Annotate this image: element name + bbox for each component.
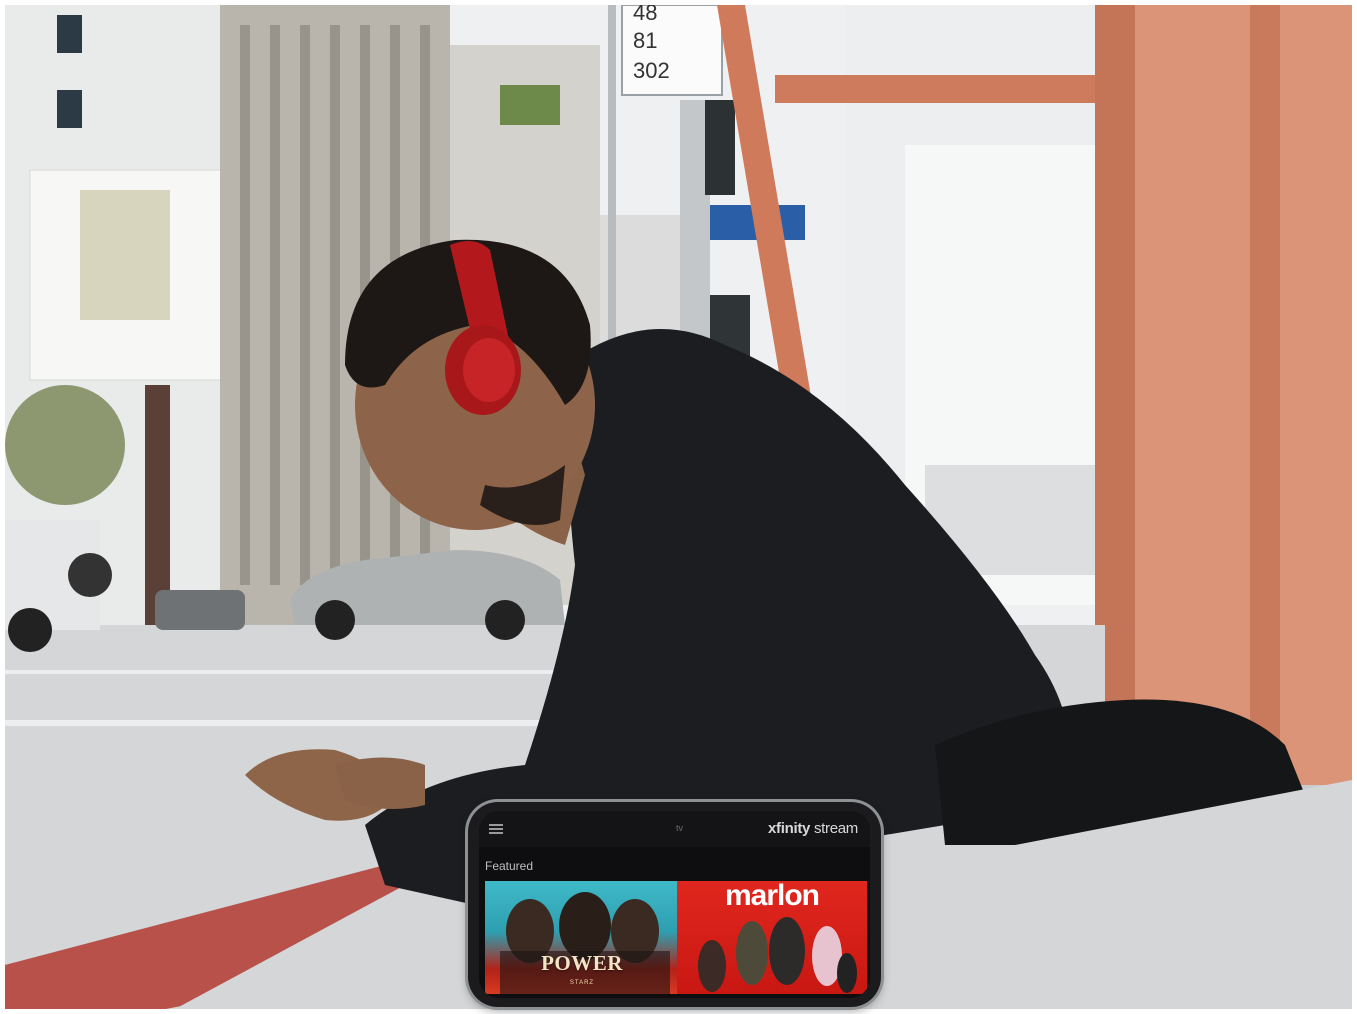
featured-tile-power[interactable]: POWER STARZ — [485, 881, 679, 994]
featured-tile-marlon[interactable]: marlon — [677, 881, 867, 994]
hamburger-menu-icon[interactable] — [489, 824, 503, 834]
xfinity-stream-logo: xfinity stream — [768, 820, 858, 837]
power-poster-art — [500, 892, 670, 994]
power-network: STARZ — [569, 980, 595, 986]
marlon-title: marlon — [724, 881, 820, 912]
app-bar: tv xfinity stream — [479, 811, 870, 847]
scene: 48 81 302 tv xfinity stream Featured POW… — [0, 0, 1357, 1014]
phone-screen: tv xfinity stream Featured POWER STARZ m… — [479, 811, 870, 998]
brand-light: stream — [813, 820, 858, 837]
featured-section-title: Featured — [485, 859, 534, 873]
tv-nav-label[interactable]: tv — [676, 823, 683, 833]
brand-bold: xfinity — [768, 820, 811, 837]
power-title: POWER — [541, 951, 623, 975]
phone-device: tv xfinity stream Featured POWER STARZ m… — [468, 802, 881, 1007]
